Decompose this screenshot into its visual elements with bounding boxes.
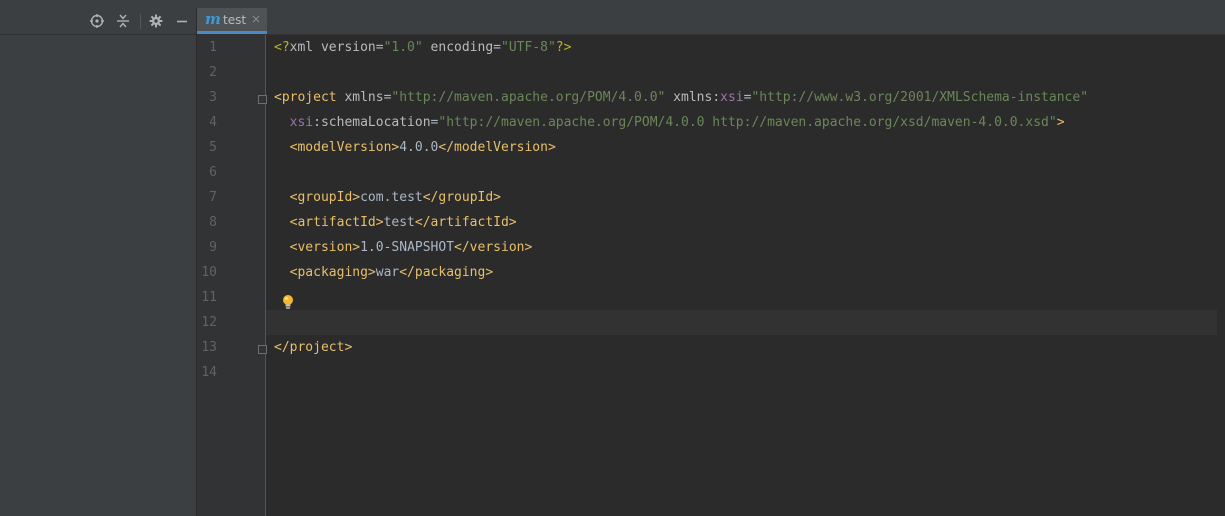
code-token: xmlns (665, 90, 713, 105)
line-number: 2 (209, 65, 217, 80)
line-number: 6 (209, 165, 217, 180)
code-token: "http://www.w3.org/2001/XMLSchema-instan… (751, 90, 1089, 105)
maven-m-icon: m (205, 10, 221, 28)
line-number: 12 (201, 315, 217, 330)
line-number: 10 (201, 265, 217, 280)
code-token: <groupId> (289, 190, 361, 205)
code-line: <modelVersion>4.0.0</modelVersion> (274, 135, 556, 160)
line-number: 13 (201, 340, 217, 355)
code-token: com.test (360, 190, 423, 205)
code-token: <project (274, 90, 345, 105)
code-token: <version> (289, 240, 361, 255)
code-token: </artifactId> (414, 215, 517, 230)
line-number: 11 (201, 290, 217, 305)
window-top-strip (0, 0, 1225, 8)
line-number: 5 (209, 140, 217, 155)
lightbulb-icon[interactable] (281, 294, 295, 310)
code-line: <artifactId>test</artifactId> (274, 210, 517, 235)
code-token: <modelVersion> (289, 140, 400, 155)
toolbar-separator (140, 14, 141, 29)
close-icon[interactable]: × (251, 13, 261, 26)
code-token: </groupId> (422, 190, 502, 205)
code-token: xsi (289, 115, 314, 130)
project-tool-window-header (0, 8, 196, 35)
code-token: "UTF-8" (501, 40, 556, 55)
code-token: :schemaLocation (313, 115, 431, 130)
code-token: xsi (720, 90, 744, 105)
code-token: </version> (454, 240, 533, 255)
code-token: "http://maven.apache.org/POM/4.0.0" (391, 90, 666, 105)
code-token: 1.0-SNAPSHOT (360, 240, 455, 255)
code-line: <?xml version="1.0" encoding="UTF-8"?> (274, 35, 571, 60)
code-token: xml version (289, 40, 376, 55)
code-token: = (493, 40, 501, 55)
code-token: "1.0" (383, 40, 423, 55)
line-number: 9 (209, 240, 217, 255)
code-token: 4.0.0 (399, 140, 439, 155)
code-token: ?> (555, 40, 572, 55)
code-line: <project xmlns="http://maven.apache.org/… (274, 85, 1088, 110)
code-editor[interactable]: <?xml version="1.0" encoding="UTF-8"?> <p… (266, 35, 1225, 516)
code-token: > (1056, 115, 1065, 130)
line-number: 4 (209, 115, 217, 130)
code-token: <packaging> (289, 265, 376, 280)
line-number: 1 (209, 40, 217, 55)
gear-icon[interactable] (147, 12, 165, 30)
line-number: 3 (209, 90, 217, 105)
code-token: <artifactId> (289, 215, 384, 230)
line-number-gutter[interactable]: 1 2 3 4 5 6 7 8 9 10 11 12 13 14 (197, 35, 267, 516)
line-number: 7 (209, 190, 217, 205)
editor-tab-bar: m test × (197, 8, 1225, 35)
code-token: = (375, 40, 384, 55)
code-token: test (383, 215, 415, 230)
code-line: xsi:schemaLocation="http://maven.apache.… (274, 110, 1065, 135)
code-token: </modelVersion> (438, 140, 556, 155)
code-line: <packaging>war</packaging> (274, 260, 494, 285)
code-token: war (375, 265, 400, 280)
code-token: xmlns (344, 90, 384, 105)
code-token: <? (274, 40, 290, 55)
code-token: </packaging> (399, 265, 494, 280)
line-number: 14 (201, 365, 217, 380)
code-line: </project> (274, 335, 352, 360)
hide-icon[interactable] (173, 12, 191, 30)
code-line: <version>1.0-SNAPSHOT</version> (274, 235, 533, 260)
collapse-all-icon[interactable] (114, 12, 132, 30)
code-token: </project> (274, 340, 353, 355)
code-token: : (712, 90, 721, 105)
editor-area: m test × 1 2 3 4 5 6 7 8 9 10 11 12 13 14 <?xml versi… (197, 8, 1225, 516)
locate-icon[interactable] (88, 12, 106, 30)
line-number: 8 (209, 215, 217, 230)
code-line: <groupId>com.test</groupId> (274, 185, 501, 210)
code-token: "http://maven.apache.org/POM/4.0.0 http:… (438, 115, 1057, 130)
tab-test[interactable]: m test × (197, 8, 267, 34)
tab-label: test (223, 13, 247, 27)
code-token: encoding (422, 40, 494, 55)
project-tool-window (0, 8, 197, 516)
vertical-scrollbar[interactable] (1217, 35, 1225, 516)
caret-line-highlight (266, 310, 1225, 335)
